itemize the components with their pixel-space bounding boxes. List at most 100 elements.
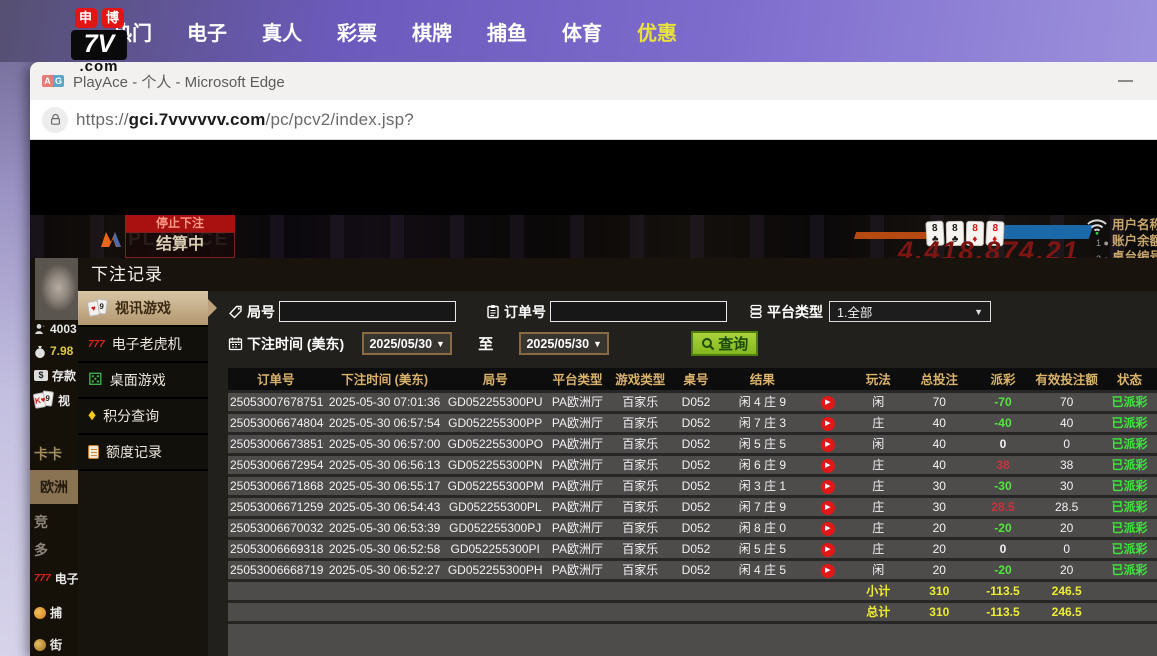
cell-game: 百家乐 bbox=[610, 517, 670, 538]
cell-total-payout: -113.5 bbox=[975, 580, 1032, 601]
round-number-input[interactable] bbox=[279, 301, 456, 322]
column-header: 总投注 bbox=[904, 368, 975, 391]
table-row: 2505300666871962025-05-30 06:52:27GD0522… bbox=[228, 559, 1157, 580]
url-text[interactable]: https://gci.7vvvvvv.com/pc/pcv2/index.js… bbox=[76, 110, 414, 130]
nav-fishing[interactable]: 捕鱼 bbox=[487, 17, 527, 46]
cell-payout: -40 bbox=[975, 412, 1032, 433]
cell-replay: ▶ bbox=[803, 496, 853, 517]
clipboard-icon bbox=[486, 304, 500, 319]
tab-quota-records[interactable]: 额度记录 bbox=[78, 435, 208, 471]
url-bar[interactable]: https://gci.7vvvvvv.com/pc/pcv2/index.js… bbox=[30, 100, 1157, 140]
cell-bet: 20 bbox=[904, 538, 975, 559]
replay-button[interactable]: ▶ bbox=[821, 417, 835, 431]
cell-play: 庄 bbox=[853, 412, 904, 433]
cell-table-no: D052 bbox=[670, 454, 721, 475]
balance-row: 7.98 bbox=[34, 344, 73, 358]
window-titlebar[interactable]: A G PlayAce - 个人 - Microsoft Edge bbox=[30, 62, 1157, 100]
cell-order: 250530066738510 bbox=[228, 433, 324, 454]
duo-row[interactable]: 多 bbox=[34, 540, 48, 560]
cell-round: GD052255300PO bbox=[446, 433, 545, 454]
cell-status: 已派彩 bbox=[1102, 538, 1157, 559]
lock-icon[interactable] bbox=[42, 107, 68, 133]
order-number-input[interactable] bbox=[550, 301, 727, 322]
arcade-row[interactable]: 街 bbox=[34, 636, 62, 653]
cell-game: 百家乐 bbox=[610, 538, 670, 559]
nav-promos[interactable]: 优惠 bbox=[637, 17, 677, 46]
url-path: /pc/pcv2/index.jsp? bbox=[266, 110, 414, 129]
cell-play: 庄 bbox=[853, 517, 904, 538]
fish-icon bbox=[34, 607, 46, 619]
deposit-row[interactable]: $ 存款 bbox=[34, 367, 76, 384]
cell-blank bbox=[228, 580, 853, 601]
cell-platform: PA欧洲厅 bbox=[545, 496, 610, 517]
cell-bet: 20 bbox=[904, 517, 975, 538]
tab-points-query[interactable]: ♦ 积分查询 bbox=[78, 399, 208, 435]
cell-payout: 28.5 bbox=[975, 496, 1032, 517]
url-domain: gci.7vvvvvv.com bbox=[129, 110, 266, 129]
fishing-row[interactable]: 捕 bbox=[34, 604, 62, 621]
cell-table-no: D052 bbox=[670, 391, 721, 412]
cell-play: 庄 bbox=[853, 454, 904, 475]
tab-slot-machines[interactable]: 777 电子老虎机 bbox=[78, 327, 208, 363]
nav-sports[interactable]: 体育 bbox=[562, 17, 602, 46]
cell-payout: 0 bbox=[975, 433, 1032, 454]
cell-total-bet: 310 bbox=[904, 601, 975, 622]
nav-live[interactable]: 真人 bbox=[262, 17, 302, 46]
game-sidebar-fragment: * 4003 7.98 $ 存款 K♥9 视 卡卡 欧洲 竞 bbox=[30, 258, 78, 656]
cell-payout: -20 bbox=[975, 517, 1032, 538]
jing-row[interactable]: 竞 bbox=[34, 512, 48, 532]
replay-button[interactable]: ▶ bbox=[821, 480, 835, 494]
cell-replay: ▶ bbox=[803, 454, 853, 475]
kaka-label: 卡卡 bbox=[34, 444, 62, 464]
replay-button[interactable]: ▶ bbox=[821, 501, 835, 515]
cell-blank bbox=[1102, 601, 1157, 622]
site-logo[interactable]: 申 博 7V .com bbox=[64, 8, 134, 75]
nav-boardgames[interactable]: 棋牌 bbox=[412, 17, 452, 46]
arcade-label: 街 bbox=[50, 636, 62, 653]
replay-button[interactable]: ▶ bbox=[821, 459, 835, 473]
logo-com: .com bbox=[64, 58, 134, 75]
replay-button[interactable]: ▶ bbox=[821, 396, 835, 410]
cell-play: 庄 bbox=[853, 475, 904, 496]
cell-order: 250530066718680 bbox=[228, 475, 324, 496]
replay-button[interactable]: ▶ bbox=[821, 564, 835, 578]
platform-icon bbox=[749, 304, 763, 319]
column-header: 派彩 bbox=[975, 368, 1032, 391]
replay-button[interactable]: ▶ bbox=[821, 438, 835, 452]
svg-text:*: * bbox=[43, 324, 45, 329]
cell-game: 百家乐 bbox=[610, 559, 670, 580]
cell-valid: 28.5 bbox=[1031, 496, 1102, 517]
cell-status: 已派彩 bbox=[1102, 475, 1157, 496]
cell-valid: 30 bbox=[1031, 475, 1102, 496]
tab-video-games[interactable]: ♥9 视讯游戏 bbox=[78, 291, 208, 327]
cell-total-valid: 246.5 bbox=[1031, 601, 1102, 622]
nav-slots[interactable]: 电子 bbox=[187, 17, 227, 46]
nav-lottery[interactable]: 彩票 bbox=[337, 17, 377, 46]
column-header: 桌号 bbox=[670, 368, 721, 391]
video-games-row[interactable]: K♥9 视 bbox=[34, 391, 70, 409]
tab-table-games[interactable]: ⚄ 桌面游戏 bbox=[78, 363, 208, 399]
settling-panel: 结算中 bbox=[125, 232, 235, 258]
cell-blank bbox=[1102, 580, 1157, 601]
stop-betting-banner: 停止下注 bbox=[125, 215, 235, 232]
account-info: 1 ●2 ● 用户名称 账户余额 桌台编号 bbox=[1112, 217, 1157, 258]
order-number-label: 订单号 bbox=[486, 302, 546, 322]
cell-blank bbox=[228, 601, 853, 622]
europe-hall-row[interactable]: 欧洲 bbox=[30, 470, 78, 504]
cell-time: 2025-05-30 06:52:27 bbox=[324, 559, 446, 580]
tabs-filler bbox=[78, 471, 208, 656]
minimize-button[interactable] bbox=[1118, 80, 1133, 82]
slots-row[interactable]: 777 电子 bbox=[34, 570, 78, 587]
platform-type-select[interactable]: 1.全部 ▼ bbox=[829, 301, 991, 322]
cell-total-label: 总计 bbox=[853, 601, 904, 622]
replay-button[interactable]: ▶ bbox=[821, 543, 835, 557]
date-from-picker[interactable]: 2025/05/30 ▼ bbox=[362, 332, 452, 355]
replay-button[interactable]: ▶ bbox=[821, 522, 835, 536]
search-button[interactable]: 查询 bbox=[691, 331, 758, 356]
balance-value: 7.98 bbox=[50, 344, 73, 358]
video-games-label: 视 bbox=[58, 392, 70, 409]
bet-time-label: 下注时间 (美东) bbox=[228, 334, 344, 354]
kaka-row[interactable]: 卡卡 bbox=[34, 444, 62, 464]
date-to-picker[interactable]: 2025/05/30 ▼ bbox=[519, 332, 609, 355]
user-id-row: * 4003 bbox=[34, 322, 77, 336]
